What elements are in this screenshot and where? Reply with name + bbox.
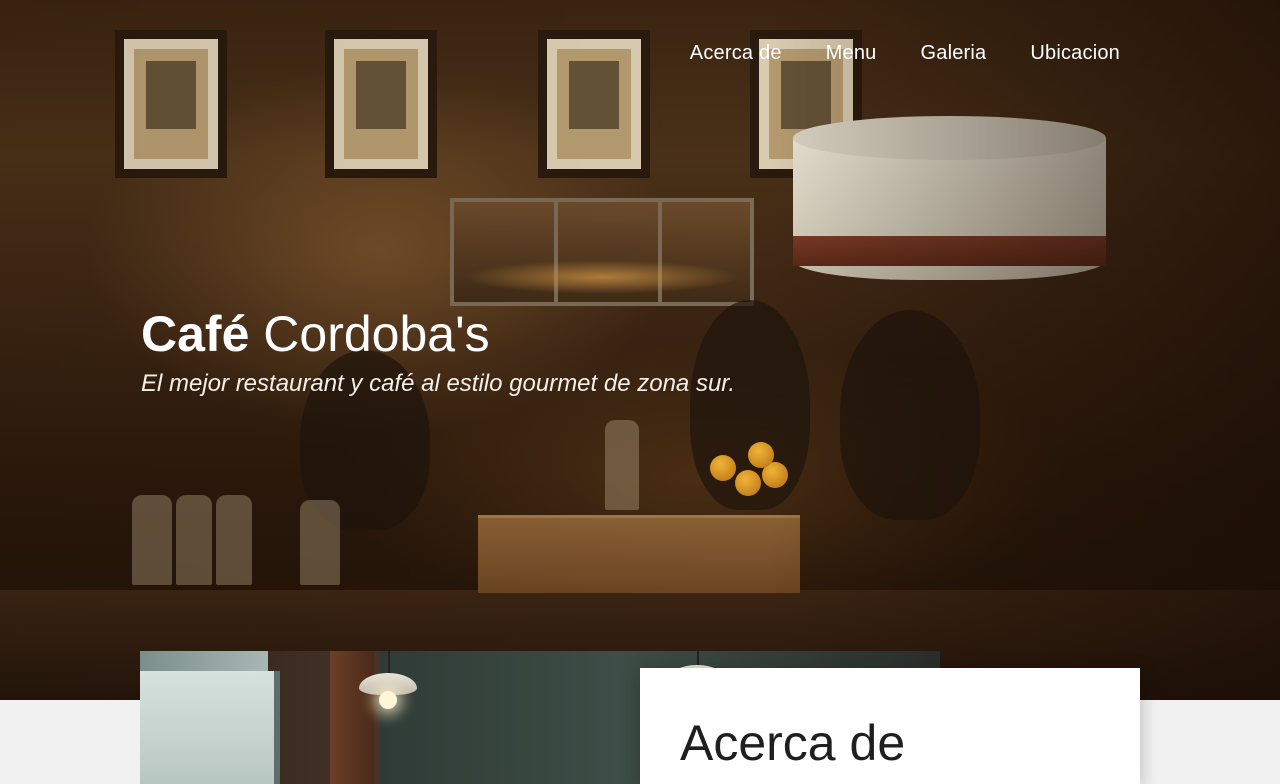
main-nav: Acerca de Menu Galeria Ubicacion bbox=[690, 42, 1120, 65]
about-heading: Acerca de bbox=[680, 715, 906, 771]
about-card: Acerca de bbox=[640, 668, 1140, 784]
nav-link-menu[interactable]: Menu bbox=[826, 42, 877, 65]
site-title-bold: Café bbox=[141, 306, 250, 362]
nav-link-ubicacion[interactable]: Ubicacion bbox=[1030, 42, 1120, 65]
nav-link-galeria[interactable]: Galeria bbox=[921, 42, 987, 65]
site-title-rest: Cordoba's bbox=[263, 306, 490, 362]
wooden-beam bbox=[330, 651, 374, 784]
hero-section: Acerca de Menu Galeria Ubicacion Café Co… bbox=[0, 0, 1280, 700]
site-title: Café Cordoba's bbox=[141, 305, 490, 363]
nav-link-acerca-de[interactable]: Acerca de bbox=[690, 42, 782, 65]
window bbox=[140, 671, 280, 784]
site-tagline: El mejor restaurant y café al estilo gou… bbox=[141, 370, 736, 397]
